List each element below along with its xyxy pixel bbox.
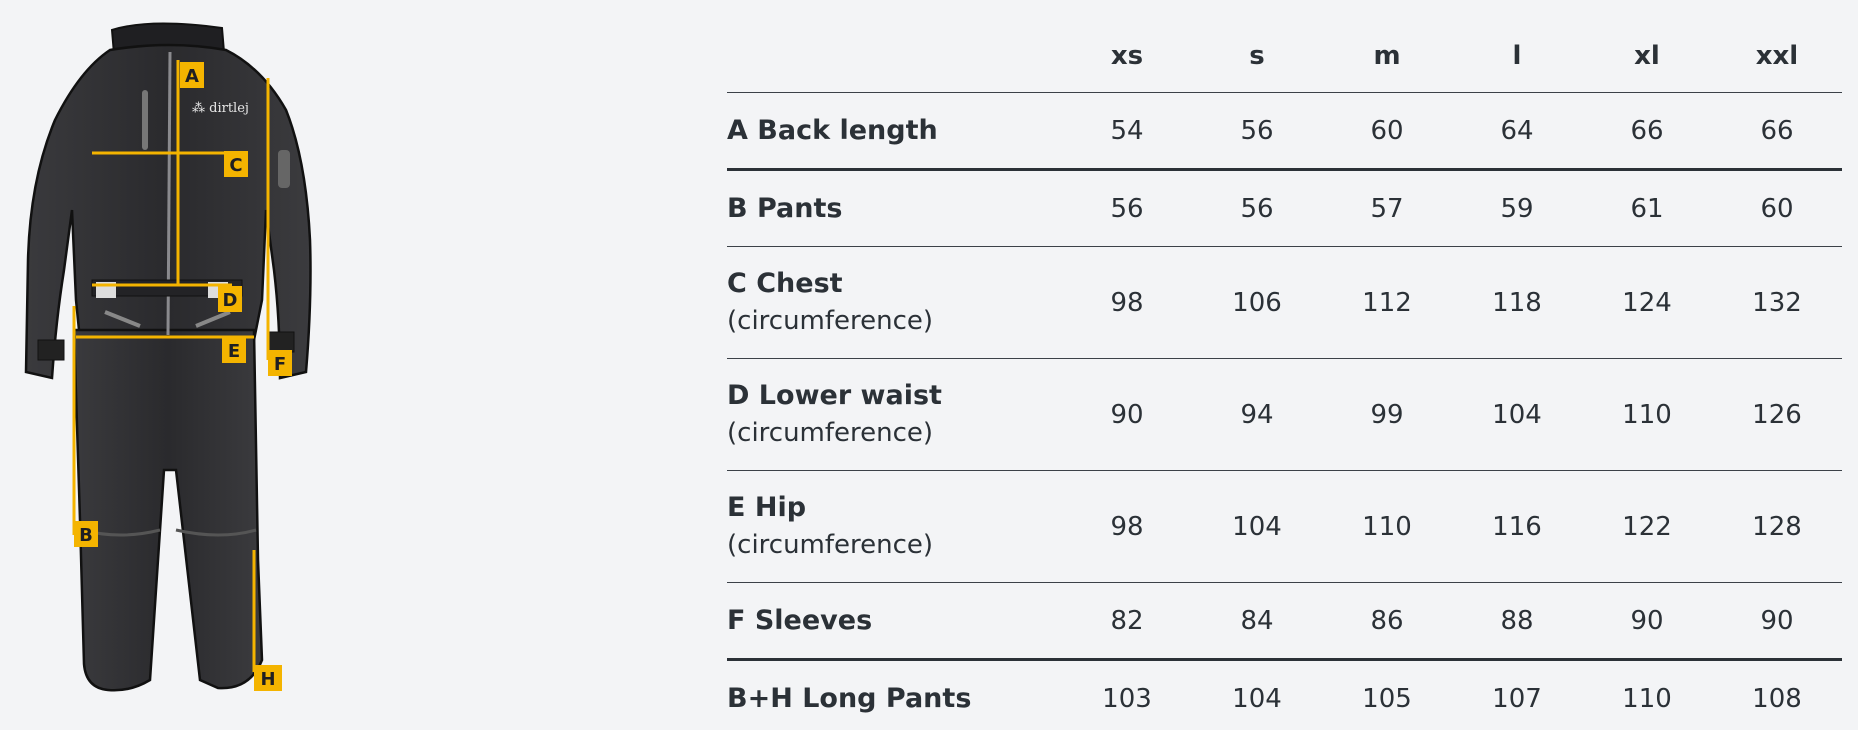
label-header [727,20,1062,93]
svg-text:B: B [79,525,93,546]
size-header-l: l [1452,20,1582,93]
table-cell: 84 [1192,582,1322,661]
marker-h: H [254,665,282,691]
table-cell: 126 [1712,358,1842,471]
svg-text:C: C [229,155,242,176]
table-cell: 56 [1062,169,1192,247]
table-row-chest: C Chest (circumference) 98 106 112 118 12… [727,246,1842,359]
table-row-pants: B Pants 56 56 57 59 61 60 [727,169,1842,247]
row-name: F Sleeves [727,604,873,636]
brand-logo: ⁂ dirtlej [192,101,249,116]
size-header-s: s [1192,20,1322,93]
table-cell: 59 [1452,169,1582,247]
marker-b: B [74,521,98,547]
table-cell: 57 [1322,169,1452,247]
svg-text:E: E [228,341,240,362]
table-cell: 124 [1582,246,1712,359]
svg-text:A: A [185,66,199,87]
row-label: A Back length [727,92,1062,171]
row-label: B Pants [727,169,1062,247]
table-cell: 105 [1362,683,1412,714]
row-name: C Chest [727,268,843,299]
row-label: B+H Long Pants [727,660,1062,730]
table-row-hip: E Hip (circumference) 98 104 110 116 122 … [727,470,1842,583]
svg-text:F: F [274,354,286,375]
row-label: C Chest (circumference) [727,246,1062,359]
row-name: E Hip [727,492,807,523]
table-cell: 106 [1192,246,1322,359]
size-header-m: m [1322,20,1452,93]
marker-e: E [222,337,246,363]
table-cell: 112 [1322,246,1452,359]
table-cell: 104 [1452,358,1582,471]
table-cell: 99 [1322,358,1452,471]
table-cell: 110 [1582,358,1712,471]
row-label: F Sleeves [727,582,1062,661]
table-cell: 90 [1062,358,1192,471]
table-cell: 116 [1452,470,1582,583]
table-cell: 56 [1192,169,1322,247]
table-cell: 128 [1712,470,1842,583]
table-cell: 86 [1322,582,1452,661]
row-name: B Pants [727,192,843,224]
table-cell: 118 [1452,246,1582,359]
table-cell: 110 [1622,683,1672,714]
size-header-row: xs s m l xl xxl [727,20,1842,93]
marker-d: D [218,286,242,312]
marker-a: A [180,62,204,88]
size-header-xs: xs [1062,20,1192,93]
table-cell: 82 [1062,582,1192,661]
table-cell: 98 [1062,246,1192,359]
table-cell: 104 [1232,683,1282,714]
table-row-long-pants: B+H Long Pants 103 104 105 107 110 108 [727,660,1842,730]
table-cell: 104 [1192,470,1322,583]
table-cell: 90 [1582,582,1712,661]
row-name: B+H Long Pants [727,682,972,714]
row-subtitle: (circumference) [727,418,934,448]
table-cell: 98 [1062,470,1192,583]
table-cell: 66 [1712,92,1842,171]
table-cell: 110 [1322,470,1452,583]
size-header-xl: xl [1582,20,1712,93]
table-cell: 54 [1062,92,1192,171]
svg-text:D: D [223,290,238,311]
svg-text:H: H [260,669,275,690]
table-row-sleeves: F Sleeves 82 84 86 88 90 90 [727,582,1842,661]
table-cell: 94 [1192,358,1322,471]
table-row-lower-waist: D Lower waist (circumference) 90 94 99 10… [727,358,1842,471]
table-cell: 61 [1582,169,1712,247]
table-cell: 60 [1322,92,1452,171]
row-label: D Lower waist (circumference) [727,358,1062,471]
table-cell: 56 [1192,92,1322,171]
table-cell: 66 [1582,92,1712,171]
row-label: E Hip (circumference) [727,470,1062,583]
marker-f: F [268,350,292,376]
table-cell: 107 [1492,683,1542,714]
table-cell: 90 [1712,582,1842,661]
table-cell: 88 [1452,582,1582,661]
table-cell: 108 [1752,683,1802,714]
size-guide-page: ⁂ dirtlej A C D E F B H xs s m l xl xxl … [0,0,1858,730]
table-cell: 132 [1712,246,1842,359]
table-cell: 103 [1102,683,1152,714]
row-subtitle: (circumference) [727,530,934,560]
row-name: A Back length [727,114,938,146]
table-cell: 64 [1452,92,1582,171]
table-cell: 60 [1712,169,1842,247]
table-row-back-length: A Back length 54 56 60 64 66 66 [727,92,1842,171]
size-table: xs s m l xl xxl A Back length 54 56 60 6… [727,20,1842,730]
row-name: D Lower waist [727,380,942,411]
row-subtitle: (circumference) [727,306,934,336]
suit-illustration: ⁂ dirtlej A C D E F B H [24,22,312,692]
size-header-xxl: xxl [1712,20,1842,93]
table-cell: 122 [1582,470,1712,583]
marker-c: C [224,151,248,177]
